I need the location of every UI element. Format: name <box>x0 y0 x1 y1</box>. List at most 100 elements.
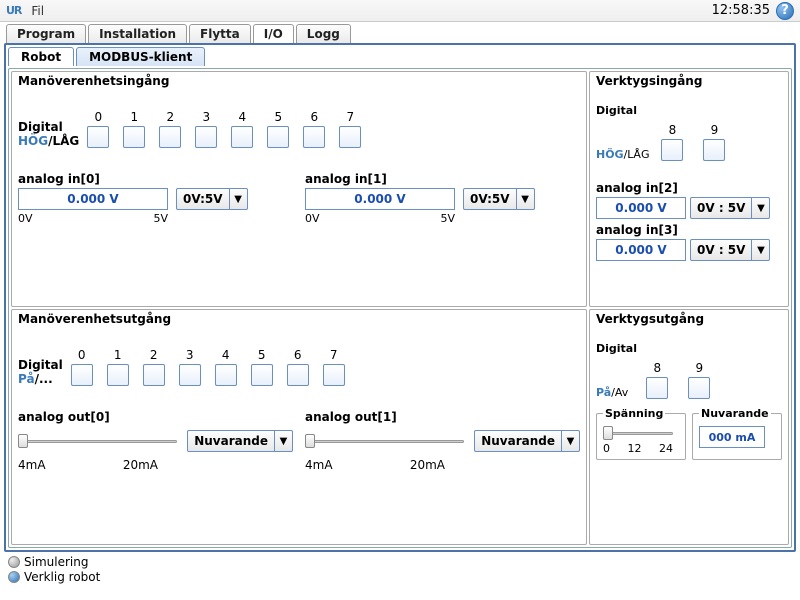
digital-output-row: Digital På/... 01234567 <box>18 348 580 386</box>
digital-output-5[interactable] <box>251 364 273 386</box>
tab-program[interactable]: Program <box>6 24 86 43</box>
top-bar: UR Fil 12:58:35 ? <box>0 0 800 22</box>
dig-num: 0 <box>94 110 102 124</box>
slider-thumb[interactable] <box>305 434 315 448</box>
analog-out-1-mode[interactable]: Nuvarande▼ <box>474 430 580 452</box>
sub-tab-robot[interactable]: Robot <box>8 47 74 66</box>
dig-num: 6 <box>310 110 318 124</box>
pa-label: På <box>18 372 35 386</box>
analog-in-1-value: 0.000 V <box>305 188 455 210</box>
simulation-indicator-icon[interactable] <box>8 556 20 568</box>
digital-output-2[interactable] <box>143 364 165 386</box>
current-legend: Nuvarande <box>699 407 771 420</box>
analog-out-0: analog out[0] Nuvarande▼ 4mA20mA <box>18 410 293 472</box>
av-label: /... <box>35 372 53 386</box>
dig-num: 8 <box>669 123 677 137</box>
digital-input-6[interactable] <box>303 126 325 148</box>
digital-input-8[interactable] <box>661 139 683 161</box>
digital-input-5[interactable] <box>267 126 289 148</box>
section-title: Verktygsingång <box>596 74 782 88</box>
scale-hi: 20mA <box>123 458 158 472</box>
analog-in-0-value: 0.000 V <box>18 188 168 210</box>
tab-logg[interactable]: Logg <box>296 24 351 43</box>
digital-label: Digital <box>18 358 63 372</box>
realrobot-label: Verklig robot <box>24 570 100 584</box>
section-title: Verktygsutgång <box>596 312 782 326</box>
analog-out-0-slider[interactable] <box>18 434 177 448</box>
digital-output-6[interactable] <box>287 364 309 386</box>
chevron-down-icon: ▼ <box>751 240 769 260</box>
scale-lo: 4mA <box>305 458 333 472</box>
digital-input-4[interactable] <box>231 126 253 148</box>
scale-hi: 5V <box>153 212 168 225</box>
lag-label: /LÅG <box>624 148 650 161</box>
analog-in-3-range[interactable]: 0V : 5V▼ <box>690 239 770 261</box>
chevron-down-icon: ▼ <box>516 189 534 209</box>
section-title: Manöverenhetsutgång <box>18 312 580 326</box>
pa-label: På <box>596 386 611 399</box>
dig-num: 2 <box>150 348 158 362</box>
digital-output-7[interactable] <box>323 364 345 386</box>
analog-in-0-label: analog in[0] <box>18 172 293 186</box>
digital-input-row: Digital HÖG/LÅG 01234567 <box>18 110 580 148</box>
digital-input-9[interactable] <box>703 139 725 161</box>
voltage-group: Spänning 0 12 24 <box>596 407 686 460</box>
dig-num: 3 <box>186 348 194 362</box>
analog-in-3-value: 0.000 V <box>596 239 686 261</box>
analog-in-1-label: analog in[1] <box>305 172 580 186</box>
help-icon[interactable]: ? <box>776 2 794 20</box>
sub-tabs: Robot MODBUS-klient <box>8 47 792 66</box>
clock: 12:58:35 <box>712 3 770 18</box>
tick: 24 <box>659 442 673 455</box>
scale-hi: 5V <box>440 212 455 225</box>
current-group: Nuvarande 000 mA <box>692 407 782 460</box>
menu-file[interactable]: Fil <box>31 4 44 18</box>
section-controller-output: Manöverenhetsutgång Digital På/... 01234… <box>11 309 587 545</box>
analog-out-1-slider[interactable] <box>305 434 464 448</box>
digital-output-0[interactable] <box>71 364 93 386</box>
hog-label: HÖG <box>18 134 48 148</box>
digital-input-3[interactable] <box>195 126 217 148</box>
digital-label: Digital <box>596 104 782 117</box>
dig-num: 7 <box>330 348 338 362</box>
slider-thumb[interactable] <box>603 426 613 440</box>
analog-out-0-mode[interactable]: Nuvarande▼ <box>187 430 293 452</box>
chevron-down-icon: ▼ <box>274 431 292 451</box>
scale-lo: 0V <box>305 212 320 225</box>
section-tool-output: Verktygsutgång Digital På/Av 8 9 Spännin… <box>589 309 789 545</box>
digital-output-4[interactable] <box>215 364 237 386</box>
digital-input-0[interactable] <box>87 126 109 148</box>
analog-in-0: analog in[0] 0.000 V 0V:5V ▼ 0V5V <box>18 172 293 225</box>
digital-label: Digital <box>596 342 782 355</box>
digital-output-1[interactable] <box>107 364 129 386</box>
hog-label: HÖG <box>596 148 624 161</box>
tab-flytta[interactable]: Flytta <box>189 24 251 43</box>
tab-installation[interactable]: Installation <box>88 24 187 43</box>
dig-num: 9 <box>695 361 703 375</box>
digital-input-7[interactable] <box>339 126 361 148</box>
scale-lo: 4mA <box>18 458 46 472</box>
digital-output-8[interactable] <box>646 377 668 399</box>
analog-in-0-range[interactable]: 0V:5V ▼ <box>176 188 248 210</box>
dig-num: 0 <box>78 348 86 362</box>
voltage-slider[interactable] <box>603 426 673 440</box>
sub-tab-modbus[interactable]: MODBUS-klient <box>76 47 205 66</box>
tab-io[interactable]: I/O <box>253 24 294 43</box>
voltage-legend: Spänning <box>603 407 665 420</box>
digital-input-1[interactable] <box>123 126 145 148</box>
analog-in-2-range[interactable]: 0V : 5V▼ <box>690 197 770 219</box>
dig-num: 5 <box>258 348 266 362</box>
analog-in-1: analog in[1] 0.000 V 0V:5V ▼ 0V 5V <box>305 172 580 225</box>
slider-thumb[interactable] <box>18 434 28 448</box>
dig-num: 1 <box>130 110 138 124</box>
io-content: Manöverenhetsingång Digital HÖG/LÅG 0123… <box>8 68 792 548</box>
analog-in-1-range[interactable]: 0V:5V ▼ <box>463 188 535 210</box>
footer: Simulering Verklig robot <box>0 552 800 586</box>
digital-output-3[interactable] <box>179 364 201 386</box>
digital-output-9[interactable] <box>688 377 710 399</box>
digital-input-2[interactable] <box>159 126 181 148</box>
analog-in-2-value: 0.000 V <box>596 197 686 219</box>
realrobot-indicator-icon[interactable] <box>8 571 20 583</box>
io-panel: Robot MODBUS-klient Manöverenhetsingång … <box>4 43 796 552</box>
dig-num: 2 <box>166 110 174 124</box>
